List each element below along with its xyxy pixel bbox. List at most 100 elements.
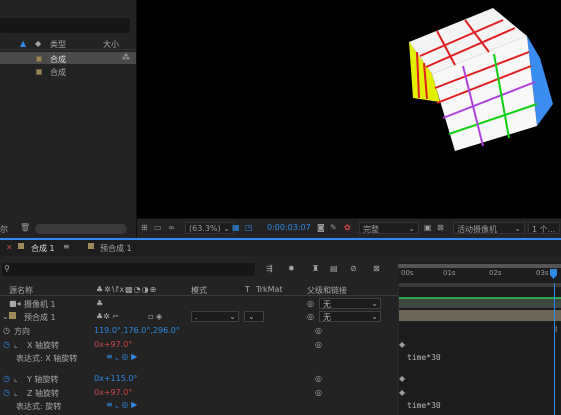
timecode[interactable]: 0:00:03:07 [267,223,311,232]
col-mode[interactable]: 模式 [191,285,207,296]
graph-editor-icon[interactable]: ⊠ [373,264,380,273]
col-parent[interactable]: 父级和链接 [307,285,347,296]
graph-icon[interactable]: ⌞ [14,340,18,349]
precomp-icon [9,312,16,319]
project-item[interactable]: 合成 [0,65,136,77]
keyframe-icon[interactable]: ◆ [399,340,405,349]
stopwatch-icon[interactable]: ◷ [3,374,10,383]
col-trkmat[interactable]: TrkMat [256,285,283,294]
timeline-switches: ⇶ ✹ ♜ ▤ ⊘ ⊠ [266,263,396,277]
camera-layer-bar[interactable] [399,297,561,308]
tab-precomp-1[interactable]: 预合成 1 [100,243,132,254]
expression-controls[interactable]: ≡ ⌞ ◎ ▶ [106,352,137,361]
stopwatch-icon[interactable]: ◷ [3,388,10,397]
composition-viewer[interactable] [137,0,561,218]
shy-switch-icon[interactable]: ♣ [96,299,103,308]
col-t[interactable]: T [245,285,250,294]
project-search-input[interactable] [0,18,130,33]
keyframe-end-icon[interactable]: I [555,325,557,334]
timeline-graph-area[interactable]: I ◆ time*30 ◆ ◆ time*30 [398,262,561,415]
time-ruler[interactable]: 00s 01s 02s 03s [398,262,561,283]
expand-arrow-icon[interactable]: ⌄ [2,312,9,321]
parent-dropdown[interactable]: 无 ⌄ [319,311,381,322]
pickwhip-icon[interactable]: ◎ [307,299,314,308]
show-snapshot-icon[interactable]: ✎ [330,223,337,232]
time-navigator[interactable] [398,264,561,268]
layer-row-precomp[interactable]: ⌄ 预合成 1 ♣✲ ⌐ ▫ ◈ . ⌄ ⌄ ◎ 无 ⌄ [0,310,398,323]
region-icon[interactable]: ◳ [245,223,253,232]
work-area-bar[interactable] [399,283,561,287]
stopwatch-icon[interactable]: ◷ [3,326,10,335]
property-row-y-rotation[interactable]: ◷ ⌞ Y 轴旋转 0x+115.0° ◎ [0,372,398,385]
draft-3d-icon[interactable]: ✹ [288,264,295,273]
glasses-icon[interactable]: ∞ [168,223,175,232]
trkmat-dropdown[interactable]: ⌄ [244,311,264,322]
trash-icon[interactable]: 🗑 [20,223,30,232]
resolution-value: 完整 [363,225,379,234]
color-channels-icon[interactable]: ✿ [344,223,351,232]
layer-switches[interactable]: ♣✲ ⌐ [96,312,119,321]
expression-text[interactable]: time*30 [407,353,441,362]
property-value[interactable]: 0x+97.0° [94,340,132,349]
camera-dropdown[interactable]: 活动摄像机 ⌄ [453,222,525,234]
pickwhip-icon[interactable]: ◎ [315,388,322,397]
col-source-name[interactable]: 源名称 [9,285,33,296]
item-type: 合成 [50,55,66,64]
mode-dropdown[interactable]: . ⌄ [191,311,239,322]
zoom-dropdown[interactable]: (63.3%) ⌄ [185,222,234,234]
label-swatch[interactable] [36,69,42,75]
item-type: 合成 [50,68,66,77]
expression-controls[interactable]: ≡ ⌞ ◎ ▶ [106,400,137,409]
shy-layers-icon[interactable]: ♜ [312,264,319,273]
transparency-grid-icon[interactable]: ⊠ [437,223,444,232]
camera-icon: ■◂ [9,299,21,308]
stopwatch-icon[interactable]: ◷ [3,340,10,349]
property-row-orientation[interactable]: ◷ 方向 119.0°,176.0°,296.0° ◎ [0,324,398,337]
layer-row-camera[interactable]: ■◂ 摄像机 1 ♣ ◎ 无 ⌄ [0,297,398,310]
property-name: Y 轴旋转 [27,375,59,384]
playhead-handle[interactable] [550,269,557,279]
comp-color-swatch [88,243,94,249]
3d-layer-icon[interactable]: ▫ ◈ [148,312,162,321]
col-type[interactable]: 类型 [50,39,66,50]
precomp-layer-bar[interactable] [399,310,561,321]
close-icon[interactable]: ✕ [6,243,13,252]
col-size[interactable]: 大小 [103,39,119,50]
expression-text[interactable]: time*30 [407,401,441,410]
label-tag-icon[interactable]: ◆ [35,39,41,48]
monitor-icon[interactable]: ▭ [154,223,162,232]
snapshot-icon[interactable]: ⊞ [141,223,148,232]
parent-dropdown[interactable]: 无 ⌄ [319,298,381,309]
pickwhip-icon[interactable]: ◎ [307,312,314,321]
keyframe-icon[interactable]: ◆ [399,374,405,383]
pickwhip-icon[interactable]: ◎ [315,340,322,349]
pickwhip-icon[interactable]: ◎ [315,326,322,335]
camera-snapshot-icon[interactable]: ◙ [317,223,325,232]
keyframe-icon[interactable]: ◆ [399,388,405,397]
tab-menu-icon[interactable]: ≡ [63,242,70,251]
property-value[interactable]: 119.0°,176.0°,296.0° [94,326,180,335]
property-row-x-rotation[interactable]: ◷ ⌞ X 轴旋转 0x+97.0° ◎ [0,338,398,351]
graph-icon[interactable]: ⌞ [14,388,18,397]
views-dropdown[interactable]: 1 个... [528,222,560,234]
flowchart-icon[interactable]: ⁂ [122,53,130,62]
ruler-tick: 02s [489,269,502,277]
project-item[interactable]: 合成 ⁂ [0,52,136,64]
roi-icon[interactable]: ▣ [424,223,432,232]
property-value[interactable]: 0x+97.0° [94,388,132,397]
property-row-z-rotation[interactable]: ◷ ⌞ Z 轴旋转 0x+97.0° ◎ [0,386,398,399]
label-swatch[interactable] [36,56,42,62]
resolution-dropdown[interactable]: 完整 ⌄ [359,222,419,234]
timeline-search-input[interactable]: ⚲ [2,263,255,276]
comp-mini-flowchart-icon[interactable]: ⇶ [266,264,273,273]
project-footer: 尔 🗑 [0,223,136,236]
pickwhip-icon[interactable]: ◎ [315,374,322,383]
motion-blur-icon[interactable]: ⊘ [350,264,357,273]
tab-comp-1[interactable]: 合成 1 [31,243,55,254]
frame-blending-icon[interactable]: ▤ [330,264,338,273]
grid-icon[interactable]: ▦ [232,223,240,232]
property-value[interactable]: 0x+115.0° [94,374,137,383]
sort-up-icon[interactable]: ▲ [20,39,26,48]
graph-icon[interactable]: ⌞ [14,374,18,383]
project-scrollbar[interactable] [35,224,127,234]
